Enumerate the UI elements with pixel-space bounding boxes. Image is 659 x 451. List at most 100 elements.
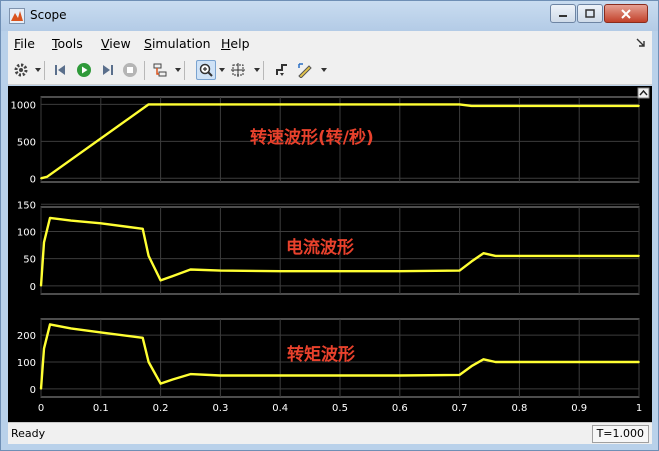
- matlab-scope-icon: [9, 8, 25, 24]
- y-tick-label: 0: [30, 385, 36, 396]
- y-tick-label: 1000: [11, 100, 36, 111]
- fit-to-view-button[interactable]: [228, 60, 248, 80]
- fit-to-view-dropdown-icon[interactable]: [254, 68, 260, 72]
- data-point: [339, 270, 341, 273]
- restore-plot-button[interactable]: [637, 87, 650, 99]
- data-point: [40, 388, 42, 390]
- x-tick-label: 0: [38, 403, 44, 414]
- fit-to-view-icon: [231, 63, 245, 77]
- triggers-icon: [276, 64, 287, 76]
- run-button[interactable]: [74, 60, 94, 80]
- annotation-speed: 转速波形(转/秒): [250, 127, 374, 148]
- data-point: [43, 347, 45, 350]
- maximize-icon: [585, 8, 595, 18]
- zoom-button[interactable]: [196, 60, 216, 80]
- menu-bar: File Tools View Simulation Help: [8, 31, 652, 56]
- title-bar[interactable]: Scope: [1, 1, 658, 31]
- zoom-dropdown-icon[interactable]: [219, 68, 225, 72]
- data-point: [458, 269, 461, 272]
- menu-simulation[interactable]: Simulation: [144, 36, 211, 51]
- close-button[interactable]: [604, 4, 648, 23]
- zoom-icon: [199, 63, 213, 77]
- data-point: [153, 103, 156, 106]
- measurements-dropdown-icon[interactable]: [321, 68, 327, 72]
- data-point: [99, 331, 102, 334]
- step-forward-button[interactable]: [97, 60, 117, 80]
- y-tick-label: 100: [17, 227, 36, 238]
- data-point: [494, 361, 497, 363]
- menu-file[interactable]: File: [14, 36, 35, 51]
- menu-view[interactable]: View: [101, 36, 131, 51]
- data-point: [470, 105, 473, 107]
- window-title: Scope: [30, 8, 67, 22]
- data-point: [70, 327, 72, 330]
- toolbar-separator: [144, 61, 145, 80]
- configuration-button[interactable]: [11, 60, 31, 80]
- scope-plot-area[interactable]: 0 500 1000 0 50 100 150 0 100 200 0 0.1 0.2 0.3 0.4 0.5…: [8, 86, 652, 422]
- y-tick-label: 200: [17, 331, 36, 342]
- x-tick-label: 1: [636, 403, 642, 414]
- toolbar-separator: [44, 61, 45, 80]
- data-point: [171, 275, 174, 277]
- maximize-button[interactable]: [577, 4, 603, 23]
- data-point: [518, 361, 521, 363]
- annotation-torque: 转矩波形: [287, 344, 355, 365]
- x-tick-label: 0.9: [571, 403, 587, 414]
- gear-icon: [14, 63, 28, 77]
- y-tick-label: 50: [23, 255, 36, 266]
- x-tick-label: 0.6: [392, 403, 408, 414]
- cursor-measurements-button[interactable]: [295, 60, 315, 80]
- x-tick-label: 0.2: [153, 403, 169, 414]
- signal-config-icon: [153, 63, 167, 77]
- y-tick-label: 150: [17, 200, 36, 211]
- data-point: [470, 365, 473, 367]
- step-back-button[interactable]: [51, 60, 71, 80]
- data-point: [458, 103, 461, 106]
- data-point: [159, 382, 162, 385]
- x-tick-label: 0.5: [332, 403, 348, 414]
- data-point: [482, 252, 485, 255]
- minimize-icon: [559, 14, 567, 17]
- data-point: [141, 336, 144, 339]
- data-point: [638, 255, 640, 257]
- data-point: [279, 270, 282, 273]
- x-tick-label: 0.8: [511, 403, 527, 414]
- toolbar-separator: [263, 61, 264, 80]
- cursor-measurements-icon: [298, 63, 312, 78]
- signal-config-dropdown-icon[interactable]: [175, 68, 181, 72]
- x-tick-label: 0.4: [272, 403, 288, 414]
- scope-window: Scope File Tools View Simulation Help 0 …: [0, 0, 659, 451]
- data-point: [470, 260, 473, 263]
- data-point: [70, 219, 72, 222]
- signal-config-button[interactable]: [150, 60, 170, 80]
- data-point: [189, 268, 192, 271]
- run-icon: [77, 63, 91, 77]
- data-point: [518, 255, 521, 257]
- x-tick-label: 0.1: [93, 403, 109, 414]
- data-point: [638, 105, 640, 107]
- data-point: [398, 270, 401, 273]
- data-point: [99, 222, 102, 225]
- data-point: [219, 374, 222, 377]
- data-point: [638, 361, 640, 363]
- step-back-icon: [55, 65, 65, 75]
- x-tick-label: 0.3: [212, 403, 228, 414]
- data-point: [494, 255, 497, 257]
- configuration-dropdown-icon[interactable]: [35, 68, 41, 72]
- data-point: [159, 279, 162, 282]
- toolbar-separator: [184, 61, 185, 80]
- step-forward-icon: [103, 65, 113, 75]
- data-point: [171, 378, 174, 381]
- data-point: [40, 177, 42, 180]
- minimize-button[interactable]: [550, 4, 576, 23]
- triggers-button[interactable]: [272, 60, 292, 80]
- status-bar: Ready T=1.000: [8, 422, 652, 444]
- stop-button[interactable]: [120, 60, 140, 80]
- data-point: [482, 358, 485, 361]
- y-tick-label: 0: [30, 174, 36, 185]
- data-point: [398, 374, 401, 377]
- menu-help[interactable]: Help: [221, 36, 250, 51]
- data-point: [49, 323, 51, 326]
- menu-tools[interactable]: Tools: [52, 36, 83, 51]
- dock-arrow-icon[interactable]: [636, 38, 646, 48]
